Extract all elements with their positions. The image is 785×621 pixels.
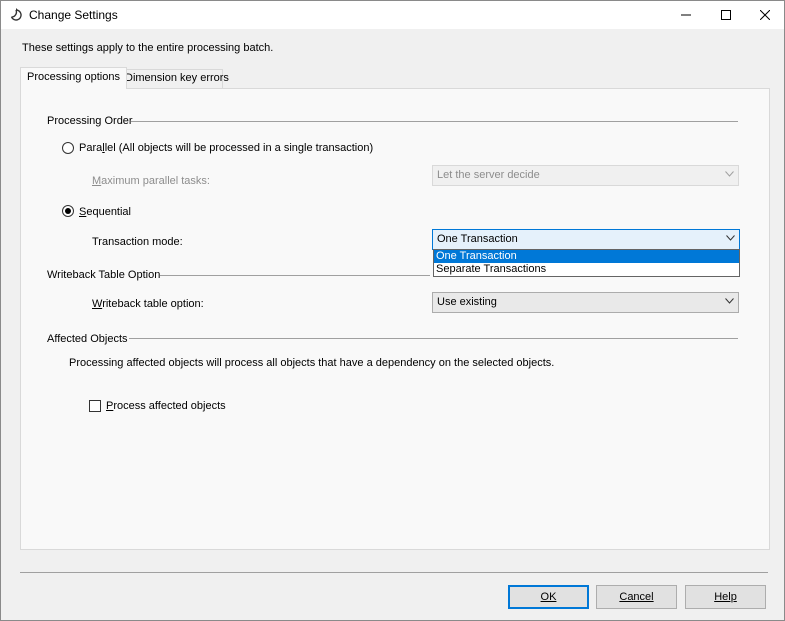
process-affected-objects-checkbox[interactable] [89,400,101,412]
dropdown-option-separate-transactions[interactable]: Separate Transactions [434,263,739,276]
ok-button[interactable]: OK [508,585,589,609]
cancel-button[interactable]: Cancel [596,585,677,609]
footer-divider [20,572,768,573]
transaction-mode-select[interactable]: One Transaction [432,229,740,250]
max-parallel-tasks-select[interactable]: Let the server decide [432,165,739,186]
minimize-icon [681,14,691,16]
refresh-icon [9,8,23,22]
process-affected-objects-label[interactable]: Process affected objects [106,400,226,412]
writeback-table-option-select[interactable]: Use existing [432,292,739,313]
maximize-icon [721,10,731,20]
writeback-heading: Writeback Table Option [47,269,161,281]
change-settings-dialog: Change Settings These settings apply to … [0,0,785,621]
chevron-down-icon [725,296,734,307]
dropdown-option-one-transaction[interactable]: One Transaction [434,250,739,263]
sequential-radio[interactable] [62,205,74,217]
parallel-radio[interactable] [62,142,74,154]
affected-objects-heading: Affected Objects [47,333,128,345]
transaction-mode-dropdown-list: One Transaction Separate Transactions [433,249,740,277]
parallel-label[interactable]: Parallel (All objects will be processed … [79,142,373,154]
chevron-down-icon [726,233,735,244]
tab-dimension-key-errors[interactable]: Dimension key errors [118,69,229,88]
writeback-table-option-label: Writeback table option: [92,298,204,310]
title-bar: Change Settings [1,1,784,29]
maximize-button[interactable] [704,1,748,29]
affected-objects-divider [129,338,738,339]
transaction-mode-label: Transaction mode: [92,236,183,248]
affected-objects-description: Processing affected objects will process… [69,357,555,369]
close-icon [760,10,770,20]
close-button[interactable] [743,1,785,29]
max-parallel-tasks-label: Maximum parallel tasks: [92,175,210,187]
window-title: Change Settings [29,8,118,22]
tab-panel [20,88,770,550]
intro-text: These settings apply to the entire proce… [22,42,274,54]
processing-order-heading: Processing Order [47,115,133,127]
help-button[interactable]: Help [685,585,766,609]
sequential-label[interactable]: Sequential [79,206,131,218]
writeback-divider [160,275,430,276]
minimize-button[interactable] [664,1,708,29]
processing-order-divider [131,121,738,122]
tab-processing-options[interactable]: Processing options [20,67,127,89]
chevron-down-icon [725,169,734,180]
